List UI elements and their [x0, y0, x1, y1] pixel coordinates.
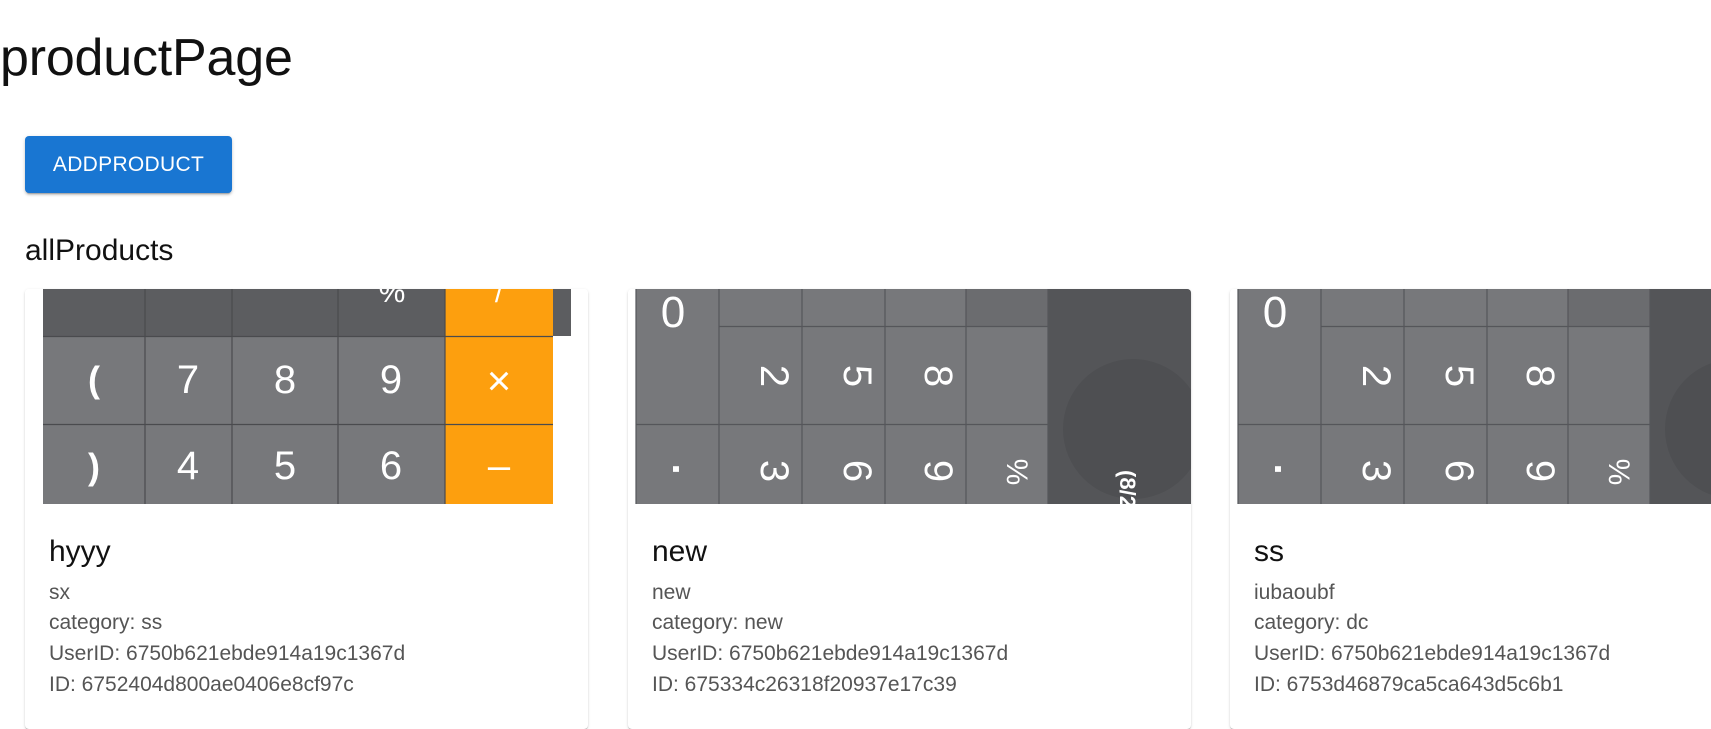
category-label: category: — [49, 611, 142, 634]
calc-key: 0 — [661, 289, 685, 336]
product-name: new — [652, 535, 708, 568]
id-label: ID: — [49, 673, 82, 696]
product-card: 0 2 5 8 . 3 6 9 % (8/2 new new category:… — [628, 289, 1191, 729]
calc-key: 8 — [916, 365, 960, 387]
calc-key: % — [1000, 459, 1033, 486]
id-label: ID: — [652, 673, 685, 696]
calc-key: ( — [88, 359, 100, 400]
product-category: category: dc — [1254, 611, 1368, 635]
calc-key: . — [1266, 463, 1310, 474]
calc-key: 2 — [752, 365, 796, 387]
product-image: 0 2 5 8 . 3 6 9 % — [1230, 289, 1711, 504]
product-user-id: UserID: 6750b621ebde914a19c1367d — [1254, 642, 1610, 666]
product-card: % / ( 7 8 9 × ) 4 5 6 – hyyy sx category… — [25, 289, 588, 729]
user-id-label: UserID: — [49, 642, 127, 665]
id-value: 675334c26318f20937e17c39 — [684, 673, 957, 696]
calc-key: 5 — [835, 365, 879, 387]
user-id-value: 6750b621ebde914a19c1367d — [126, 642, 406, 665]
calc-key: – — [488, 444, 511, 488]
user-id-value: 6750b621ebde914a19c1367d — [729, 642, 1009, 665]
category-value: ss — [141, 611, 163, 634]
calc-key: 6 — [1437, 460, 1481, 482]
calc-key: 5 — [1437, 365, 1481, 387]
calc-key: 7 — [177, 358, 199, 402]
calc-key: 6 — [380, 444, 402, 488]
add-product-button[interactable]: ADDPRODUCT — [25, 136, 232, 193]
category-value: new — [744, 611, 783, 634]
product-user-id: UserID: 6750b621ebde914a19c1367d — [49, 642, 405, 666]
product-category: category: new — [652, 611, 783, 635]
calc-key: 9 — [380, 358, 402, 402]
product-image: 0 2 5 8 . 3 6 9 % (8/2 — [628, 289, 1191, 504]
product-name: ss — [1254, 535, 1284, 568]
product-name: hyyy — [49, 535, 111, 568]
calc-key: 9 — [916, 460, 960, 482]
calc-key: ) — [88, 446, 100, 487]
product-description: new — [652, 581, 691, 604]
calc-key: . — [664, 463, 708, 474]
calc-display: (8/2 — [1115, 470, 1140, 504]
product-id: ID: 6753d46879ca5ca643d5c6b1 — [1254, 673, 1563, 697]
product-card: 0 2 5 8 . 3 6 9 % ss iubaoubf category: … — [1230, 289, 1711, 729]
calc-key: 5 — [274, 444, 296, 488]
category-value: dc — [1346, 611, 1369, 634]
user-id-label: UserID: — [1254, 642, 1332, 665]
section-title: allProducts — [25, 234, 174, 267]
calc-key: 0 — [1263, 289, 1287, 336]
calc-key: 6 — [835, 460, 879, 482]
calc-key: × — [487, 357, 512, 404]
calc-key: 4 — [177, 444, 199, 488]
id-value: 6753d46879ca5ca643d5c6b1 — [1286, 673, 1564, 696]
product-category: category: ss — [49, 611, 162, 635]
product-id: ID: 6752404d800ae0406e8cf97c — [49, 673, 354, 697]
calc-key: % — [1602, 459, 1635, 486]
product-user-id: UserID: 6750b621ebde914a19c1367d — [652, 642, 1008, 666]
category-label: category: — [652, 611, 745, 634]
calc-key: 8 — [1518, 365, 1562, 387]
id-label: ID: — [1254, 673, 1287, 696]
id-value: 6752404d800ae0406e8cf97c — [81, 673, 354, 696]
page-title: productPage — [0, 29, 293, 87]
product-image: % / ( 7 8 9 × ) 4 5 6 – — [25, 289, 588, 504]
product-id: ID: 675334c26318f20937e17c39 — [652, 673, 957, 697]
calc-key-divide: / — [495, 289, 504, 309]
calc-key: 3 — [1354, 460, 1398, 482]
product-description: iubaoubf — [1254, 581, 1335, 604]
calc-key: 3 — [752, 460, 796, 482]
calc-key: 9 — [1518, 460, 1562, 482]
calc-key: 8 — [274, 358, 296, 402]
calc-key-percent: % — [379, 289, 406, 309]
user-id-value: 6750b621ebde914a19c1367d — [1331, 642, 1611, 665]
user-id-label: UserID: — [652, 642, 730, 665]
category-label: category: — [1254, 611, 1347, 634]
calc-key: 2 — [1354, 365, 1398, 387]
product-description: sx — [49, 581, 70, 604]
